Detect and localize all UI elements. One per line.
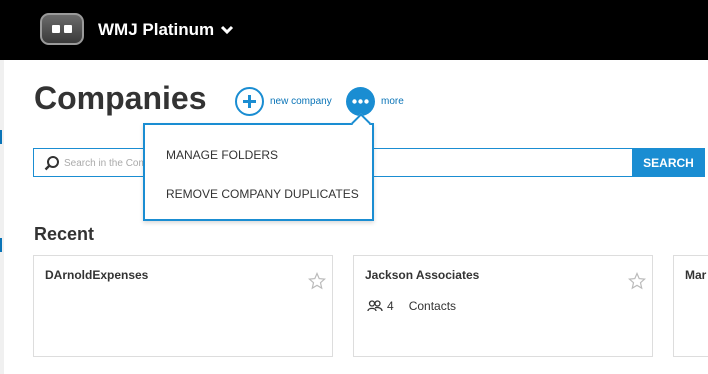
left-edge-rail: [0, 60, 4, 374]
recent-company-card[interactable]: Jackson Associates 4 Contacts: [353, 255, 653, 357]
contacts-stat: 4 Contacts: [367, 299, 456, 313]
rail-marker: [0, 238, 2, 252]
star-icon[interactable]: [628, 272, 646, 290]
app-logo[interactable]: [40, 13, 84, 45]
account-name: WMJ Platinum: [98, 20, 215, 39]
star-icon[interactable]: [308, 272, 326, 290]
company-name: Mar: [685, 268, 707, 282]
logo-eye-left: [52, 25, 60, 33]
recent-company-card[interactable]: DArnoldExpenses: [33, 255, 333, 357]
contacts-label: Contacts: [408, 299, 457, 313]
recent-company-card[interactable]: Mar: [673, 255, 708, 357]
contacts-count: 4: [387, 299, 394, 313]
search-button[interactable]: SEARCH: [632, 148, 705, 177]
recent-heading: Recent: [34, 224, 95, 244]
account-switcher[interactable]: WMJ Platinum: [98, 20, 234, 40]
menu-item-remove-duplicates[interactable]: REMOVE COMPANY DUPLICATES: [166, 187, 359, 201]
rail-marker: [0, 130, 2, 144]
chevron-down-icon: [221, 25, 234, 35]
top-bar: WMJ Platinum: [0, 0, 708, 60]
new-company-button[interactable]: new company: [235, 87, 332, 116]
company-name: Jackson Associates: [365, 268, 480, 282]
menu-item-manage-folders[interactable]: MANAGE FOLDERS: [166, 148, 278, 162]
more-label: more: [381, 96, 404, 107]
more-dropdown-menu: MANAGE FOLDERS REMOVE COMPANY DUPLICATES: [143, 113, 374, 221]
search-icon: [44, 156, 59, 171]
company-name: DArnoldExpenses: [45, 268, 149, 282]
add-icon: [235, 87, 264, 116]
contacts-icon: [367, 300, 383, 312]
logo-eye-right: [64, 25, 72, 33]
page-title: Companies: [34, 80, 207, 116]
new-company-label: new company: [270, 96, 332, 107]
more-button[interactable]: more: [346, 87, 404, 116]
menu-caret: [351, 113, 371, 133]
